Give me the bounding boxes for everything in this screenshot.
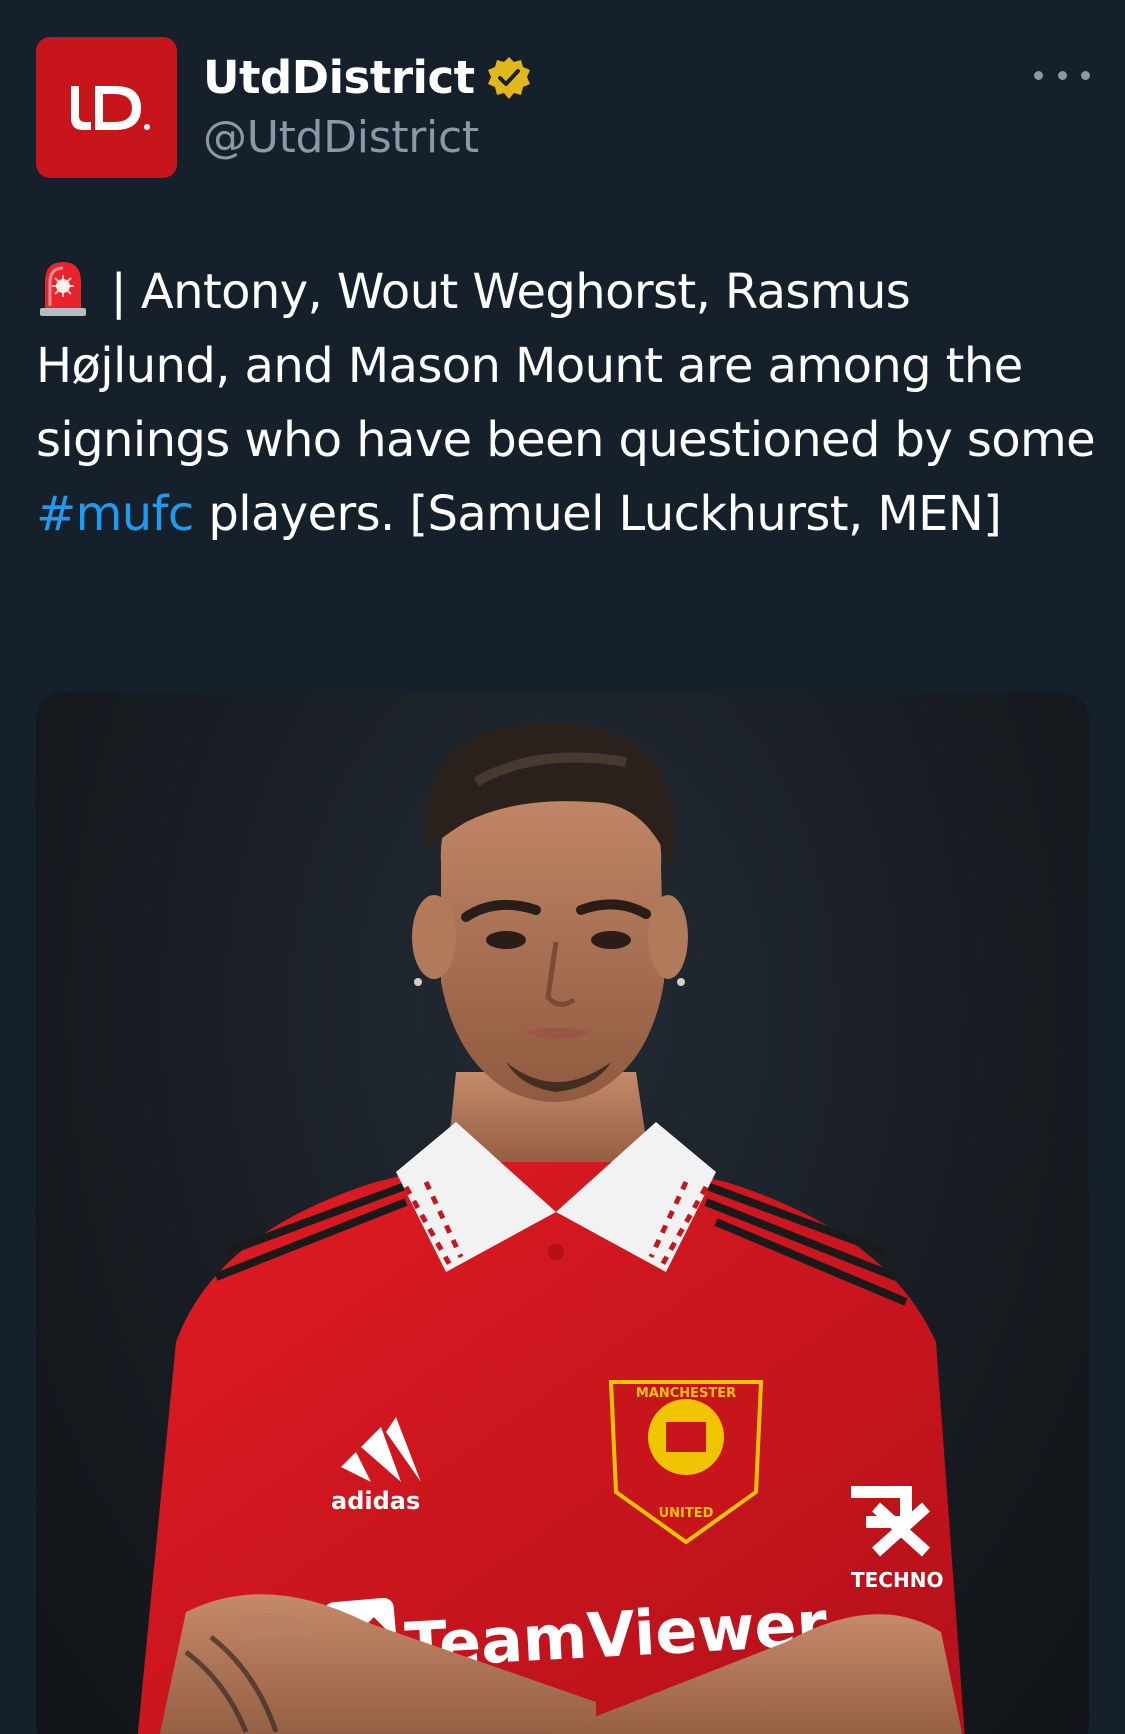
tweet-photo[interactable]: MANCHESTER UNITED adidas TECHNO TeamView…: [36, 692, 1089, 1734]
tweet-text: | Antony, Wout Weghorst, Rasmus Højlund,…: [36, 255, 1096, 551]
hashtag-link[interactable]: #mufc: [36, 486, 194, 542]
utddistrict-logo: [70, 85, 150, 130]
player-photo: MANCHESTER UNITED adidas TECHNO TeamView…: [137, 722, 965, 1734]
more-horizontal-icon: [1034, 70, 1043, 80]
more-options-button[interactable]: [1034, 60, 1090, 90]
crest-top-text: MANCHESTER: [636, 1386, 736, 1401]
adidas-logo-text: adidas: [331, 1487, 420, 1515]
tweet-card: UtdDistrict @UtdDistrict | Antony, Wout …: [0, 0, 1125, 1734]
avatar[interactable]: [36, 37, 177, 178]
sleeve-text: TECHNO: [851, 1568, 943, 1592]
display-name[interactable]: UtdDistrict: [203, 48, 475, 108]
author-handle[interactable]: @UtdDistrict: [203, 108, 479, 168]
tweet-text-tail: players. [Samuel Luckhurst, MEN]: [193, 486, 1002, 542]
more-dot: [1081, 70, 1090, 80]
tweet-text-lead: | Antony, Wout Weghorst, Rasmus Højlund,…: [36, 264, 1096, 468]
author-name-row: UtdDistrict: [203, 48, 533, 108]
crest-bottom-text: UNITED: [659, 1506, 714, 1521]
siren-icon: [36, 256, 90, 318]
verified-badge-icon: [485, 54, 533, 102]
more-dot: [1057, 70, 1067, 80]
